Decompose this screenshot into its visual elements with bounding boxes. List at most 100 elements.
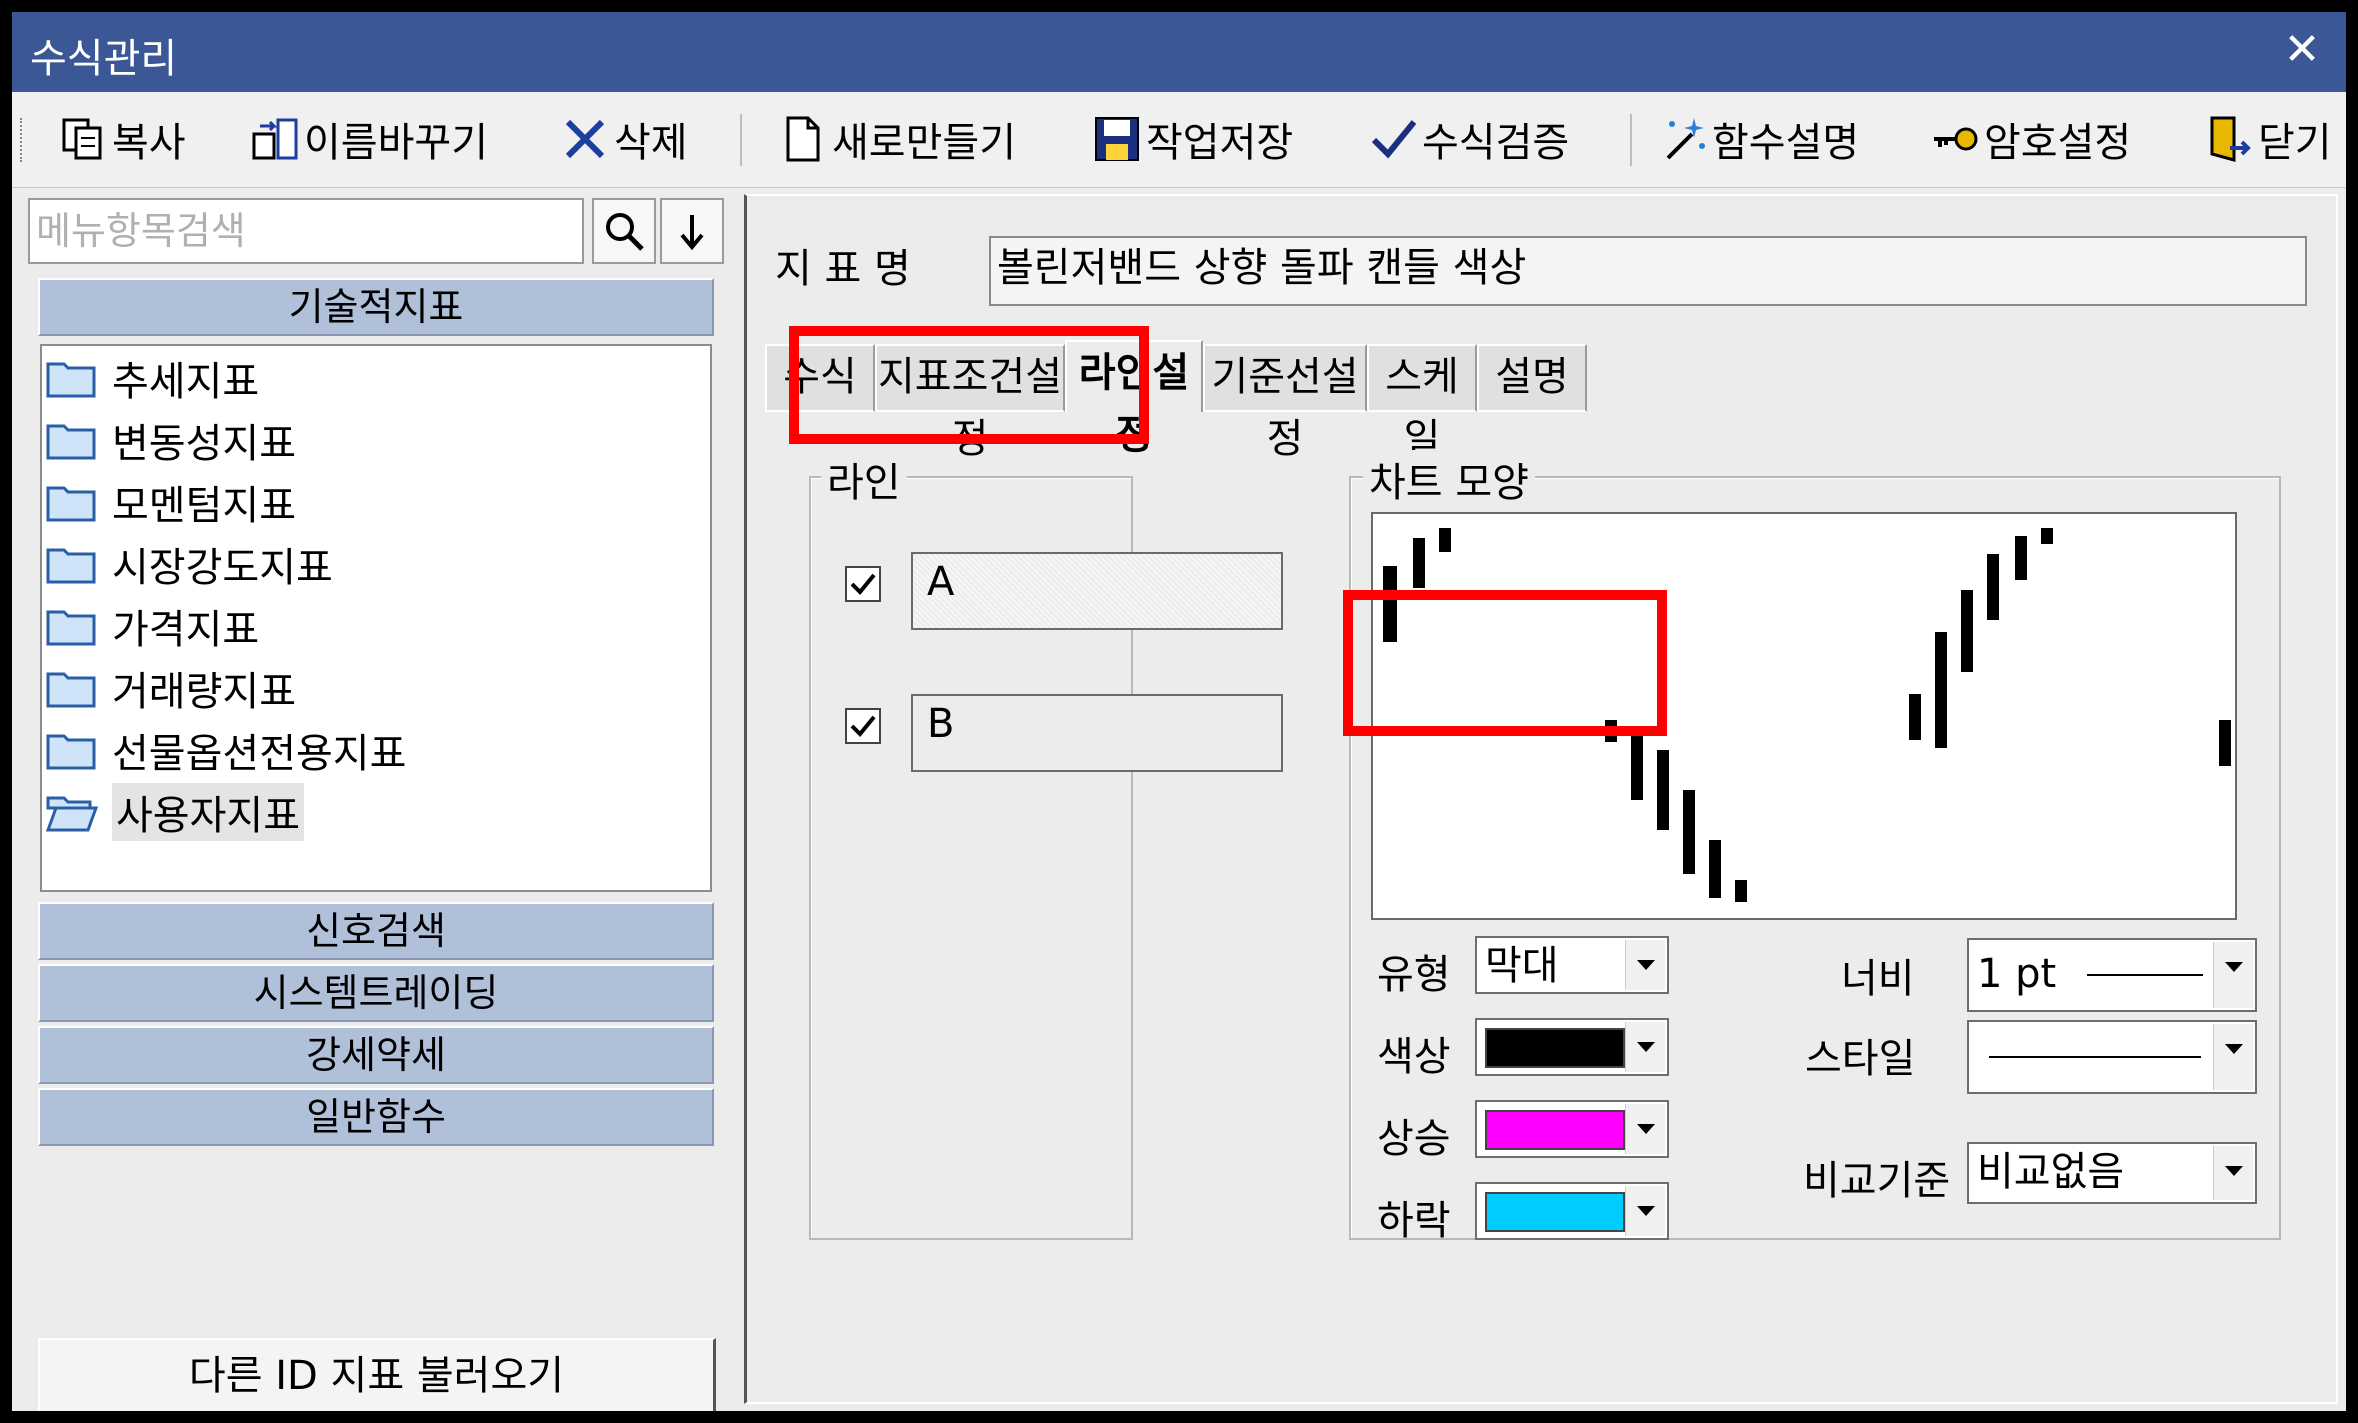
arrow-down-icon — [680, 215, 704, 251]
close-button[interactable]: 닫기 — [2204, 110, 2332, 168]
tree-item-label: 선물옵션전용지표 — [112, 731, 407, 777]
color-select[interactable] — [1475, 1018, 1669, 1076]
chevron-down-icon[interactable] — [2213, 1146, 2253, 1200]
category-technical-indicators[interactable]: 기술적지표 — [38, 278, 714, 336]
folder-icon — [46, 606, 98, 646]
close-window-button[interactable]: ✕ — [2278, 26, 2326, 74]
line-b-field[interactable]: B — [911, 694, 1283, 772]
verify-button[interactable]: 수식검증 — [1368, 110, 1569, 168]
down-color-swatch — [1485, 1192, 1625, 1232]
chevron-down-icon[interactable] — [2213, 942, 2253, 1008]
toolbar-grip[interactable] — [20, 118, 24, 162]
tree-item[interactable]: 선물옵션전용지표 — [46, 722, 406, 778]
folder-icon — [46, 420, 98, 460]
width-select-value: 1 pt — [1977, 951, 2057, 997]
tree-item-label: 사용자지표 — [112, 783, 304, 841]
tab-scale[interactable]: 스케일 — [1367, 344, 1477, 462]
tree-item-label: 변동성지표 — [112, 421, 296, 467]
function-help-button[interactable]: 함수설명 — [1658, 110, 1859, 168]
folder-icon — [46, 482, 98, 522]
checkmark-icon — [1368, 114, 1418, 164]
search-button[interactable] — [592, 198, 656, 264]
compare-label: 비교기준 — [1803, 1158, 1951, 1204]
password-label: 암호설정 — [1984, 120, 2132, 166]
rename-icon — [250, 114, 300, 164]
chevron-down-icon[interactable] — [1625, 1022, 1665, 1072]
line-a-checkbox[interactable] — [845, 566, 881, 602]
down-color-label: 하락 — [1377, 1198, 1451, 1244]
tree-item[interactable]: 변동성지표 — [46, 412, 296, 468]
chevron-down-icon[interactable] — [1625, 1104, 1665, 1154]
highlight-box-line-a — [789, 326, 1149, 444]
color-swatch — [1485, 1028, 1625, 1068]
tree-item-label: 시장강도지표 — [112, 545, 333, 591]
up-color-select[interactable] — [1475, 1100, 1669, 1158]
category-system-trading[interactable]: 시스템트레이딩 — [38, 964, 714, 1022]
search-icon — [606, 213, 644, 251]
chevron-down-icon[interactable] — [1625, 940, 1665, 990]
chevron-down-icon[interactable] — [2213, 1024, 2253, 1090]
compare-select-value: 비교없음 — [1977, 1149, 2125, 1195]
width-line-sample — [2087, 974, 2203, 976]
check-icon — [850, 715, 876, 737]
new-document-icon — [778, 114, 828, 164]
toolbar-separator — [1630, 114, 1632, 166]
folder-icon — [46, 730, 98, 770]
type-select[interactable]: 막대 — [1475, 936, 1669, 994]
indicator-name-field[interactable]: 볼린저밴드 상향 돌파 캔들 색상 — [989, 236, 2307, 306]
tree-item-label: 모멘텀지표 — [112, 483, 296, 529]
copy-label: 복사 — [112, 120, 186, 166]
tree-item-label: 거래량지표 — [112, 669, 296, 715]
compare-select[interactable]: 비교없음 — [1967, 1142, 2257, 1204]
tree-item-label: 추세지표 — [112, 359, 260, 405]
tab-baseline-settings[interactable]: 기준선설정 — [1203, 344, 1367, 462]
line-b-checkbox[interactable] — [845, 708, 881, 744]
exit-door-icon — [2204, 114, 2254, 164]
down-color-select[interactable] — [1475, 1182, 1669, 1240]
chevron-down-icon[interactable] — [1625, 1186, 1665, 1236]
rename-label: 이름바꾸기 — [304, 120, 488, 166]
chart-shape-group-label: 차트 모양 — [1363, 450, 1535, 508]
delete-button[interactable]: 삭제 — [560, 110, 688, 168]
copy-button[interactable]: 복사 — [58, 110, 186, 168]
search-next-button[interactable] — [660, 198, 724, 264]
line-group-label: 라인 — [821, 450, 907, 508]
style-line-sample — [1989, 1056, 2201, 1058]
folder-icon — [46, 544, 98, 584]
category-strength-weakness[interactable]: 강세약세 — [38, 1026, 714, 1084]
rename-button[interactable]: 이름바꾸기 — [250, 110, 488, 168]
width-label: 너비 — [1841, 956, 1915, 1002]
save-button[interactable]: 작업저장 — [1092, 110, 1293, 168]
password-button[interactable]: 암호설정 — [1930, 110, 2131, 168]
menu-search-box — [28, 198, 584, 264]
line-a-field[interactable]: A — [911, 552, 1283, 630]
copy-icon — [58, 114, 108, 164]
title-bar: 수식관리 ✕ — [12, 12, 2346, 92]
style-select[interactable] — [1967, 1020, 2257, 1094]
new-button[interactable]: 새로만들기 — [778, 110, 1016, 168]
function-help-label: 함수설명 — [1712, 120, 1860, 166]
floppy-disk-icon — [1092, 114, 1142, 164]
color-label: 색상 — [1377, 1034, 1451, 1080]
delete-x-icon — [560, 114, 610, 164]
tree-item[interactable]: 시장강도지표 — [46, 536, 333, 592]
open-folder-icon — [45, 792, 99, 832]
new-label: 새로만들기 — [832, 120, 1016, 166]
load-other-id-button[interactable]: 다른 ID 지표 불러오기 — [38, 1338, 716, 1411]
category-signal-search[interactable]: 신호검색 — [38, 902, 714, 960]
tree-item[interactable]: 모멘텀지표 — [46, 474, 296, 530]
type-label: 유형 — [1377, 952, 1451, 998]
tree-item[interactable]: 가격지표 — [46, 598, 259, 654]
highlight-box-type-color — [1343, 590, 1667, 736]
magic-wand-icon — [1658, 114, 1708, 164]
window-title: 수식관리 — [30, 36, 178, 82]
menu-search-input[interactable] — [30, 200, 582, 262]
tree-item[interactable]: 거래량지표 — [46, 660, 296, 716]
category-general-functions[interactable]: 일반함수 — [38, 1088, 714, 1146]
toolbar-separator — [740, 114, 742, 166]
tab-description[interactable]: 설명 — [1477, 344, 1587, 412]
tree-item[interactable]: 추세지표 — [46, 350, 259, 406]
tree-item-selected[interactable]: 사용자지표 — [45, 783, 304, 841]
width-select[interactable]: 1 pt — [1967, 938, 2257, 1012]
toolbar: 복사 이름바꾸기 삭제 새로만들기 작업저장 수식검증 함수설명 암호설정 닫기 — [12, 92, 2346, 188]
